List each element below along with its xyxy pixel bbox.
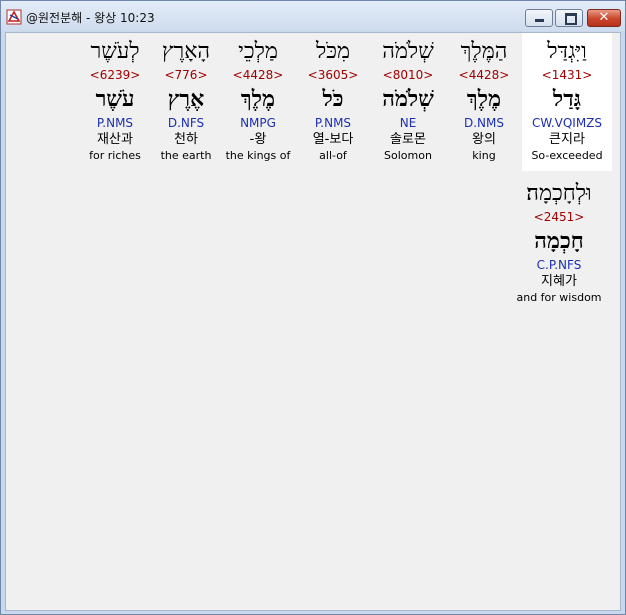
strongs-number[interactable]: <4428> [220, 67, 296, 83]
hebrew-word: הַמֶּלֶךְ [460, 39, 508, 64]
window-title: @원전분해 - 왕상 10:23 [26, 11, 155, 25]
morphology-code: NE [399, 116, 417, 130]
strongs-number[interactable]: <776> [152, 67, 220, 83]
hebrew-word: הָאָרֶץ [161, 39, 211, 64]
word-column[interactable]: שְׁלֹמֹה <8010> שְׁלֹמֹה NE 솔로몬 Solomon [370, 33, 446, 171]
morphology-code: P.NMS [96, 116, 134, 130]
korean-gloss: 왕의 [472, 132, 496, 147]
morphology-code: P.NMS [314, 116, 352, 130]
minimize-icon [535, 19, 544, 22]
english-gloss: Solomon [384, 149, 432, 162]
close-icon: ✕ [598, 10, 610, 25]
hebrew-lemma: כֹּל [322, 86, 344, 112]
hebrew-word: וַיִּגְדַּל [547, 39, 587, 64]
korean-gloss: 지혜가 [541, 274, 577, 289]
word-column[interactable]: מִכֹּל <3605> כֹּל P.NMS 열-보다 all-of [296, 33, 370, 171]
korean-gloss: 큰지라 [549, 132, 585, 147]
english-gloss: the earth [160, 149, 212, 162]
maximize-icon [565, 13, 577, 25]
english-gloss: the kings of [225, 149, 291, 162]
english-gloss: king [472, 149, 496, 162]
hebrew-word: וּלְחָכְמָה׃ [526, 181, 592, 206]
hebrew-lemma: גָּדַל [552, 86, 582, 112]
hebrew-lemma: עֹשֶׁר [95, 86, 135, 112]
korean-gloss: 솔로몬 [390, 132, 426, 147]
korean-gloss: 재산과 [97, 132, 133, 147]
title-bar[interactable]: @원전분해 - 왕상 10:23 ✕ [1, 1, 625, 31]
strongs-number[interactable]: <4428> [446, 67, 522, 83]
morphology-code: CW.VQIMZS [531, 116, 603, 130]
app-window: @원전분해 - 왕상 10:23 ✕ וַיִּגְדַּל <1431> גָּד… [0, 0, 626, 615]
hebrew-word: לְעֹשֶׁר [90, 39, 140, 64]
english-gloss: all-of [319, 149, 347, 162]
english-gloss: and for wisdom [516, 291, 602, 304]
morphology-code: D.NFS [167, 116, 205, 130]
morphology-code: D.NMS [463, 116, 504, 130]
morphology-code: C.P.NFS [536, 258, 582, 272]
hebrew-word: מִכֹּל [315, 39, 351, 64]
minimize-button[interactable] [525, 9, 553, 27]
maximize-button[interactable] [555, 9, 583, 27]
hebrew-lemma: שְׁלֹמֹה [382, 86, 434, 112]
strongs-number[interactable]: <2451> [506, 209, 612, 225]
hebrew-lemma: מֶלֶךְ [466, 86, 502, 112]
strongs-number[interactable]: <6239> [78, 67, 152, 83]
morphology-code: NMPG [240, 116, 276, 130]
strongs-number[interactable]: <1431> [522, 67, 612, 83]
strongs-number[interactable]: <8010> [370, 67, 446, 83]
hebrew-word: שְׁלֹמֹה [382, 39, 434, 64]
word-column[interactable]: לְעֹשֶׁר <6239> עֹשֶׁר P.NMS 재산과 for riches [78, 33, 152, 171]
hebrew-lemma: אֶרֶץ [167, 86, 205, 112]
word-column[interactable]: מַלְכֵי <4428> מֶלֶךְ NMPG -왕 the kings of [220, 33, 296, 171]
word-column[interactable]: הָאָרֶץ <776> אֶרֶץ D.NFS 천하 the earth [152, 33, 220, 171]
analysis-panel: וַיִּגְדַּל <1431> גָּדַל CW.VQIMZS 큰지라 So-ex… [5, 32, 621, 611]
korean-gloss: 열-보다 [312, 132, 354, 147]
word-column[interactable]: הַמֶּלֶךְ <4428> מֶלֶךְ D.NMS 왕의 king [446, 33, 522, 171]
english-gloss: for riches [89, 149, 141, 162]
hebrew-lemma: מֶלֶךְ [240, 86, 276, 112]
hebrew-lemma: חָכְמָה [534, 228, 584, 254]
strongs-number[interactable]: <3605> [296, 67, 370, 83]
word-column[interactable]: וּלְחָכְמָה׃ <2451> חָכְמָה C.P.NFS 지혜가 and f… [506, 175, 612, 313]
korean-gloss: 천하 [174, 132, 198, 147]
hebrew-word: מַלְכֵי [238, 39, 278, 64]
english-gloss: So-exceeded [531, 149, 603, 162]
close-button[interactable]: ✕ [587, 9, 621, 27]
app-logo-icon [6, 9, 22, 25]
word-column[interactable]: וַיִּגְדַּל <1431> גָּדַל CW.VQIMZS 큰지라 So-ex… [522, 33, 612, 171]
korean-gloss: -왕 [249, 132, 267, 147]
